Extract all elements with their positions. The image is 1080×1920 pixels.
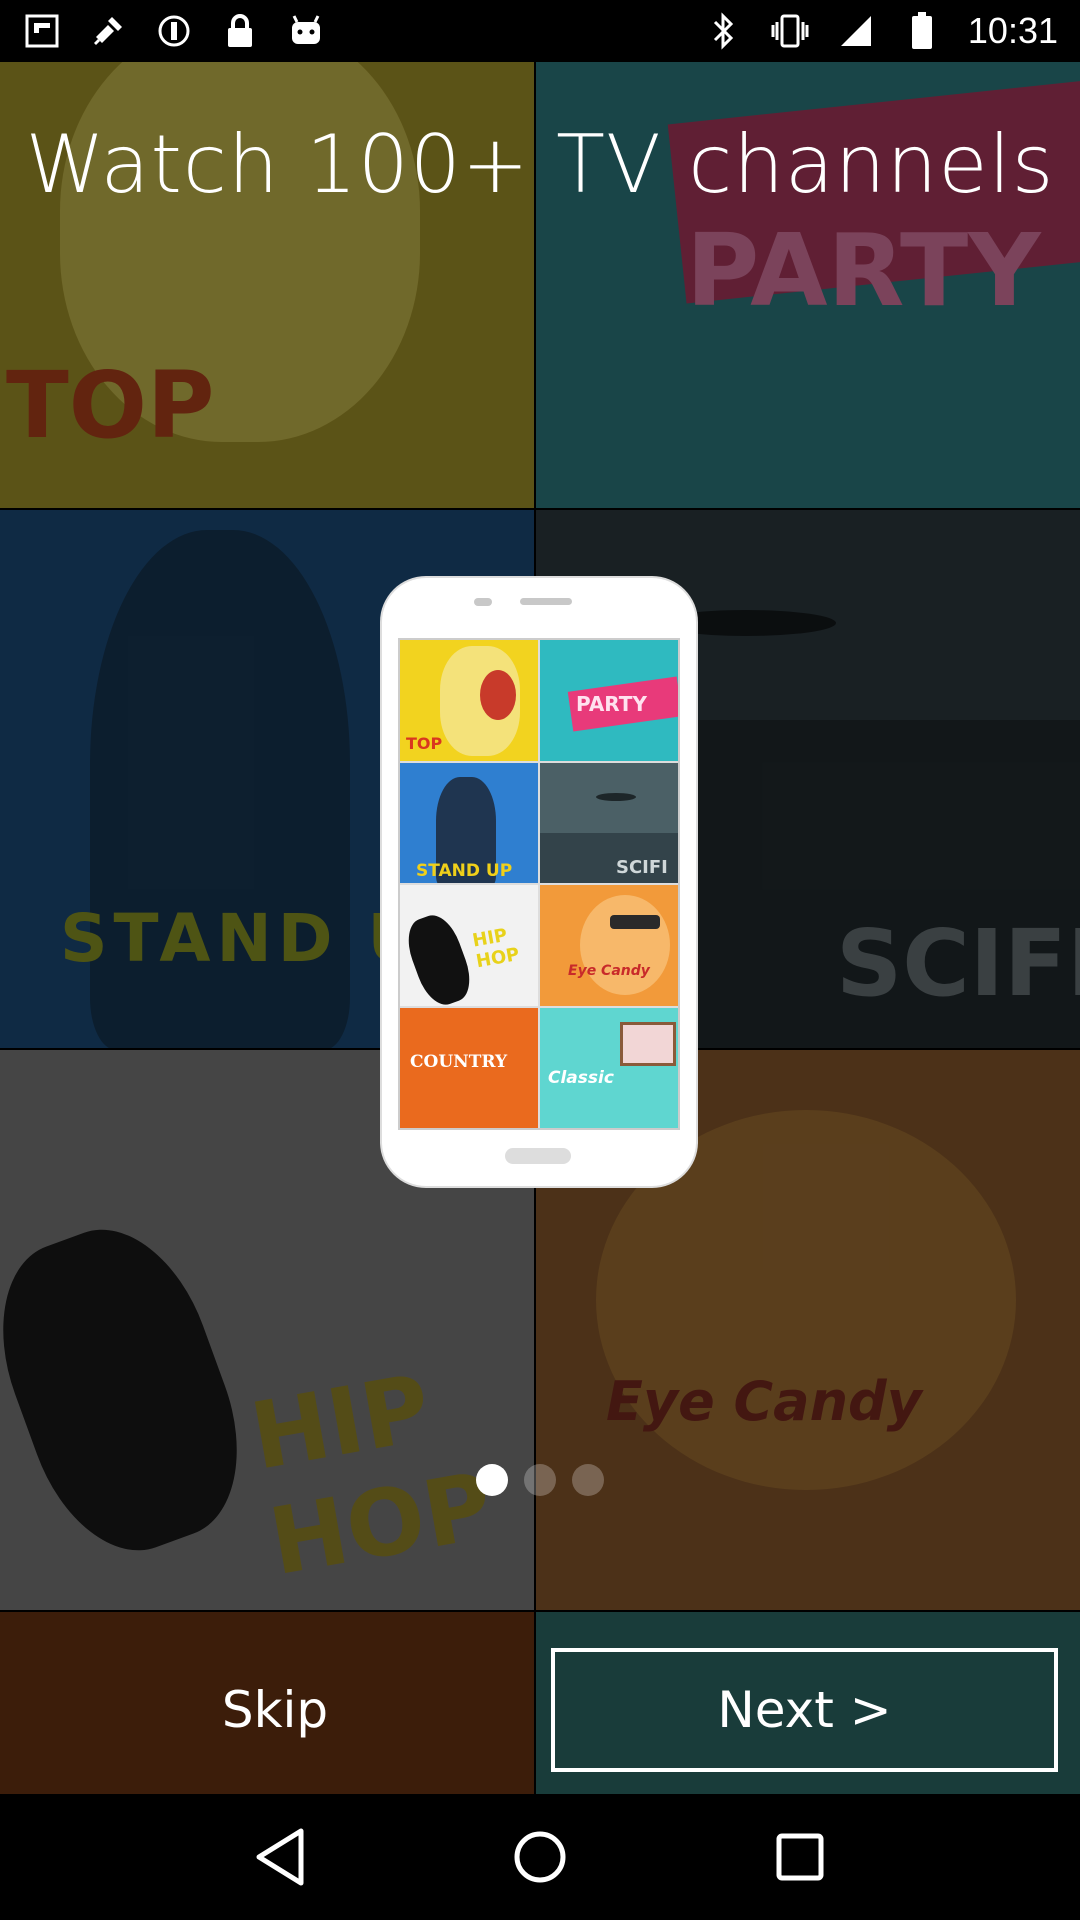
home-circle-icon[interactable] [500, 1817, 580, 1897]
phone-tile-stand-up: STAND UP [400, 762, 538, 883]
battery-icon [902, 11, 942, 51]
onboarding-title: Watch 100+ TV channels [25, 118, 1055, 211]
flipboard-icon [22, 11, 62, 51]
page-dot-3[interactable] [572, 1464, 604, 1496]
phone-tile-classic: Classic [540, 1007, 678, 1128]
phone-tile-eye-candy: Eye Candy [540, 885, 678, 1006]
sync-icon [154, 11, 194, 51]
page-dot-2[interactable] [524, 1464, 556, 1496]
page-indicator [0, 1464, 1080, 1496]
signal-icon [836, 11, 876, 51]
navigation-bar [0, 1794, 1080, 1920]
page-dot-1[interactable] [476, 1464, 508, 1496]
vibrate-icon [770, 11, 810, 51]
phone-screen: TOP PARTY STAND UP SCIFI HIP HOP Eye Can… [398, 638, 680, 1130]
android-icon [286, 11, 326, 51]
phone-tile-party: PARTY [540, 640, 678, 761]
phone-illustration: TOP PARTY STAND UP SCIFI HIP HOP Eye Can… [382, 578, 696, 1186]
phone-tile-country: COUNTRY [400, 1007, 538, 1128]
status-bar: 10:31 [0, 0, 1080, 62]
phone-tile-top: TOP [400, 640, 538, 761]
lock-icon [220, 11, 260, 51]
phone-tile-hip-hop: HIP HOP [400, 885, 538, 1006]
back-triangle-icon[interactable] [240, 1817, 320, 1897]
recents-square-icon[interactable] [760, 1817, 840, 1897]
phone-tile-scifi: SCIFI [540, 762, 678, 883]
phone-home-button [505, 1148, 571, 1164]
bluetooth-icon [704, 11, 744, 51]
status-time: 10:31 [967, 10, 1058, 51]
skip-button[interactable]: Skip [0, 1648, 550, 1772]
satellite-icon [88, 11, 128, 51]
next-button[interactable]: Next > [551, 1648, 1058, 1772]
